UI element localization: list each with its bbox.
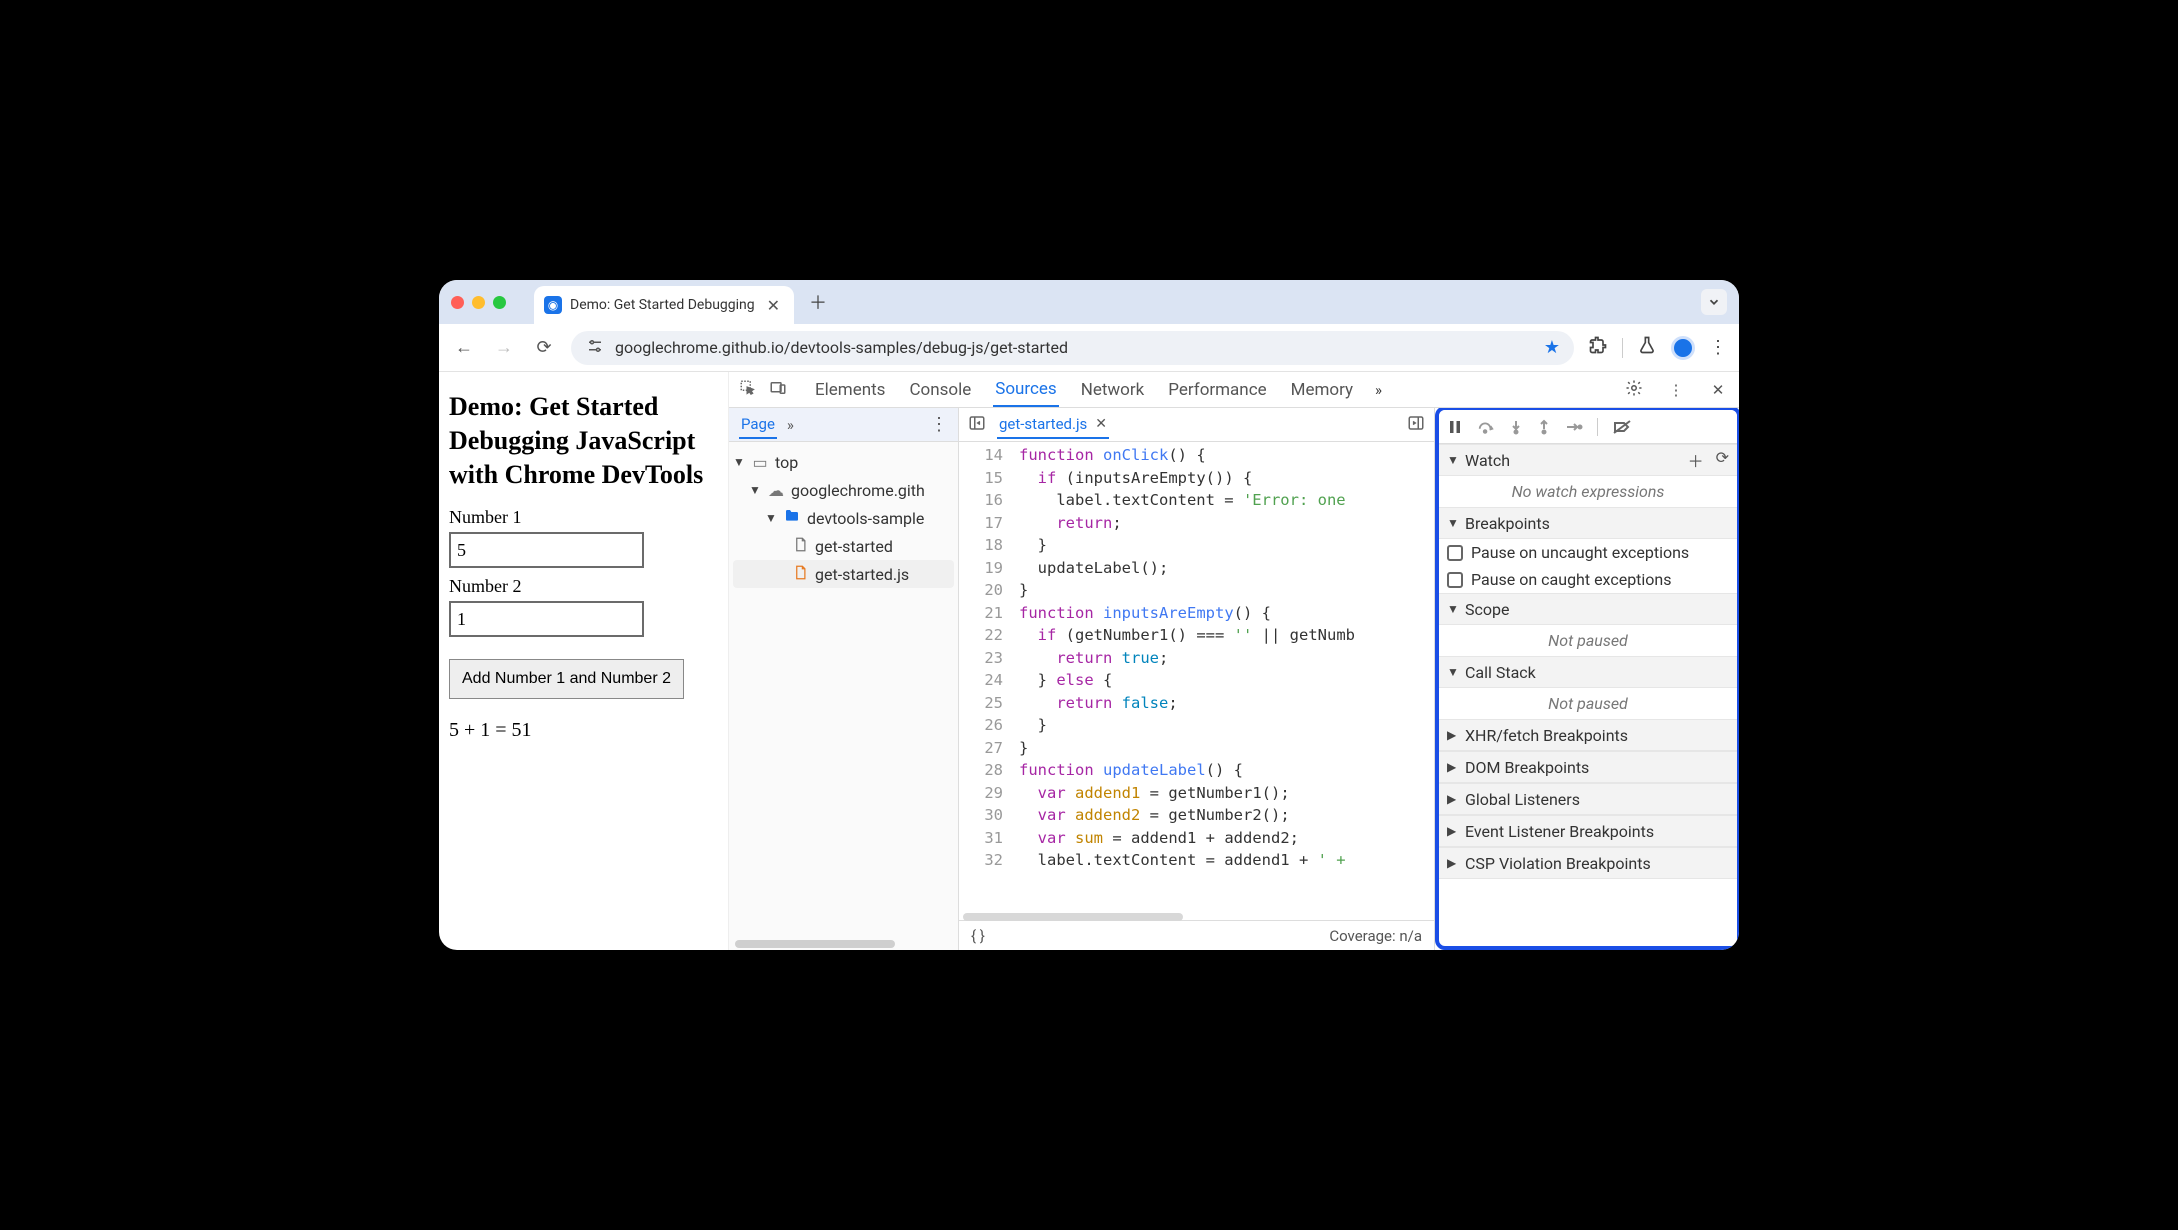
page-heading: Demo: Get Started Debugging JavaScript w…	[449, 390, 718, 491]
browser-tab[interactable]: ◉ Demo: Get Started Debugging ✕	[534, 286, 794, 324]
js-file-icon	[791, 565, 809, 584]
chrome-favicon-icon: ◉	[544, 296, 562, 314]
debugger-toolbar	[1439, 410, 1737, 444]
code-editor: get-started.js ✕ 14 15 16 17 18 19 20 21…	[959, 408, 1435, 950]
url-text: googlechrome.github.io/devtools-samples/…	[615, 338, 1068, 357]
watch-empty-text: No watch expressions	[1439, 476, 1737, 507]
tab-strip: ◉ Demo: Get Started Debugging ✕ ＋	[439, 280, 1739, 324]
global-listeners-header[interactable]: ▶Global Listeners	[1439, 783, 1737, 815]
input-number-1[interactable]	[449, 532, 644, 568]
deactivate-breakpoints-icon[interactable]	[1612, 419, 1632, 435]
tree-file-js[interactable]: get-started.js	[733, 560, 954, 588]
browser-window: ◉ Demo: Get Started Debugging ✕ ＋ ← → ⟳ …	[439, 280, 1739, 950]
site-settings-icon[interactable]	[585, 337, 605, 359]
add-button[interactable]: Add Number 1 and Number 2	[449, 659, 684, 699]
content-area: Demo: Get Started Debugging JavaScript w…	[439, 372, 1739, 950]
editor-file-tab[interactable]: get-started.js ✕	[997, 411, 1109, 439]
address-bar[interactable]: googlechrome.github.io/devtools-samples/…	[571, 331, 1574, 365]
scope-body: Not paused	[1439, 625, 1737, 656]
breakpoints-section-header[interactable]: ▼ Breakpoints	[1439, 507, 1737, 539]
back-button[interactable]: ←	[451, 337, 477, 358]
labs-icon[interactable]	[1637, 335, 1657, 360]
devtools-menu-icon[interactable]: ⋮	[1665, 381, 1687, 399]
nav-overflow-icon[interactable]: »	[787, 416, 794, 434]
tab-network[interactable]: Network	[1079, 374, 1147, 406]
callstack-section-header[interactable]: ▼ Call Stack	[1439, 656, 1737, 688]
code-area[interactable]: 14 15 16 17 18 19 20 21 22 23 24 25 26 2…	[959, 442, 1434, 920]
step-into-icon[interactable]	[1509, 419, 1523, 435]
debugger-sidebar: ▼ Watch ＋ ⟳ No watch expressions ▼ Break…	[1435, 408, 1739, 950]
step-over-icon[interactable]	[1477, 419, 1495, 435]
window-close-button[interactable]	[451, 296, 464, 309]
reload-button[interactable]: ⟳	[531, 337, 557, 358]
tab-sources[interactable]: Sources	[993, 373, 1058, 407]
folder-icon	[783, 508, 801, 528]
tree-file-html[interactable]: get-started	[733, 532, 954, 560]
tab-memory[interactable]: Memory	[1289, 374, 1355, 406]
devtools-close-icon[interactable]: ✕	[1707, 381, 1729, 399]
browser-menu-button[interactable]: ⋮	[1709, 337, 1727, 358]
code-hscrollbar[interactable]	[963, 913, 1183, 921]
refresh-watch-icon[interactable]: ⟳	[1716, 448, 1729, 472]
coverage-text: Coverage: n/a	[1329, 927, 1422, 945]
pause-uncaught-checkbox[interactable]: Pause on uncaught exceptions	[1439, 539, 1737, 566]
profile-avatar[interactable]	[1671, 336, 1695, 360]
tab-elements[interactable]: Elements	[813, 374, 887, 406]
window-maximize-button[interactable]	[493, 296, 506, 309]
dom-breakpoints-header[interactable]: ▶DOM Breakpoints	[1439, 751, 1737, 783]
inspect-element-icon[interactable]	[739, 379, 757, 401]
step-icon[interactable]	[1565, 419, 1583, 435]
nav-menu-icon[interactable]: ⋮	[930, 414, 948, 435]
label-number-1: Number 1	[449, 507, 718, 528]
csp-breakpoints-header[interactable]: ▶CSP Violation Breakpoints	[1439, 847, 1737, 879]
tabs-overflow-icon[interactable]: »	[1375, 381, 1382, 399]
scope-section-header[interactable]: ▼ Scope	[1439, 593, 1737, 625]
devtools-tab-strip: Elements Console Sources Network Perform…	[729, 372, 1739, 408]
toggle-navigator-icon[interactable]	[967, 414, 987, 436]
window-minimize-button[interactable]	[472, 296, 485, 309]
editor-footer: { } Coverage: n/a	[959, 920, 1434, 950]
device-toolbar-icon[interactable]	[769, 379, 787, 401]
toggle-debugger-icon[interactable]	[1406, 414, 1426, 436]
pause-caught-checkbox[interactable]: Pause on caught exceptions	[1439, 566, 1737, 593]
xhr-breakpoints-header[interactable]: ▶XHR/fetch Breakpoints	[1439, 719, 1737, 751]
new-tab-button[interactable]: ＋	[804, 288, 832, 316]
pause-icon[interactable]	[1447, 419, 1463, 435]
event-listener-breakpoints-header[interactable]: ▶Event Listener Breakpoints	[1439, 815, 1737, 847]
result-text: 5 + 1 = 51	[449, 719, 718, 742]
devtools-settings-icon[interactable]	[1623, 379, 1645, 401]
file-tree: ▼ ▭ top ▼ ☁ googlechrome.gith ▼	[729, 442, 958, 594]
watch-section-header[interactable]: ▼ Watch ＋ ⟳	[1439, 444, 1737, 476]
pretty-print-icon[interactable]: { }	[971, 927, 985, 945]
nav-scrollbar[interactable]	[735, 940, 895, 948]
frame-icon: ▭	[751, 453, 769, 472]
add-watch-icon[interactable]: ＋	[1688, 448, 1704, 472]
label-number-2: Number 2	[449, 576, 718, 597]
tree-top-frame[interactable]: ▼ ▭ top	[733, 448, 954, 476]
sources-navigator: Page » ⋮ ▼ ▭ top ▼ ☁ googlechro	[729, 408, 959, 950]
extensions-icon[interactable]	[1588, 335, 1608, 360]
file-icon	[791, 537, 809, 556]
step-out-icon[interactable]	[1537, 419, 1551, 435]
devtools-panel: Elements Console Sources Network Perform…	[729, 372, 1739, 950]
browser-toolbar: ← → ⟳ googlechrome.github.io/devtools-sa…	[439, 324, 1739, 372]
tab-title: Demo: Get Started Debugging	[570, 297, 755, 313]
forward-button[interactable]: →	[491, 337, 517, 358]
nav-page-tab[interactable]: Page	[739, 411, 777, 439]
tab-close-button[interactable]: ✕	[763, 296, 784, 315]
rendered-page: Demo: Get Started Debugging JavaScript w…	[439, 372, 729, 950]
editor-tab-close-icon[interactable]: ✕	[1095, 416, 1107, 432]
callstack-body: Not paused	[1439, 688, 1737, 719]
input-number-2[interactable]	[449, 601, 644, 637]
bookmark-star-icon[interactable]: ★	[1544, 337, 1560, 358]
divider	[1622, 338, 1623, 358]
cloud-icon: ☁	[767, 481, 785, 500]
tree-folder[interactable]: ▼ devtools-sample	[733, 504, 954, 532]
tree-domain[interactable]: ▼ ☁ googlechrome.gith	[733, 476, 954, 504]
tab-performance[interactable]: Performance	[1166, 374, 1268, 406]
tab-overflow-button[interactable]	[1701, 289, 1727, 315]
traffic-lights	[451, 296, 506, 309]
tab-console[interactable]: Console	[907, 374, 973, 406]
